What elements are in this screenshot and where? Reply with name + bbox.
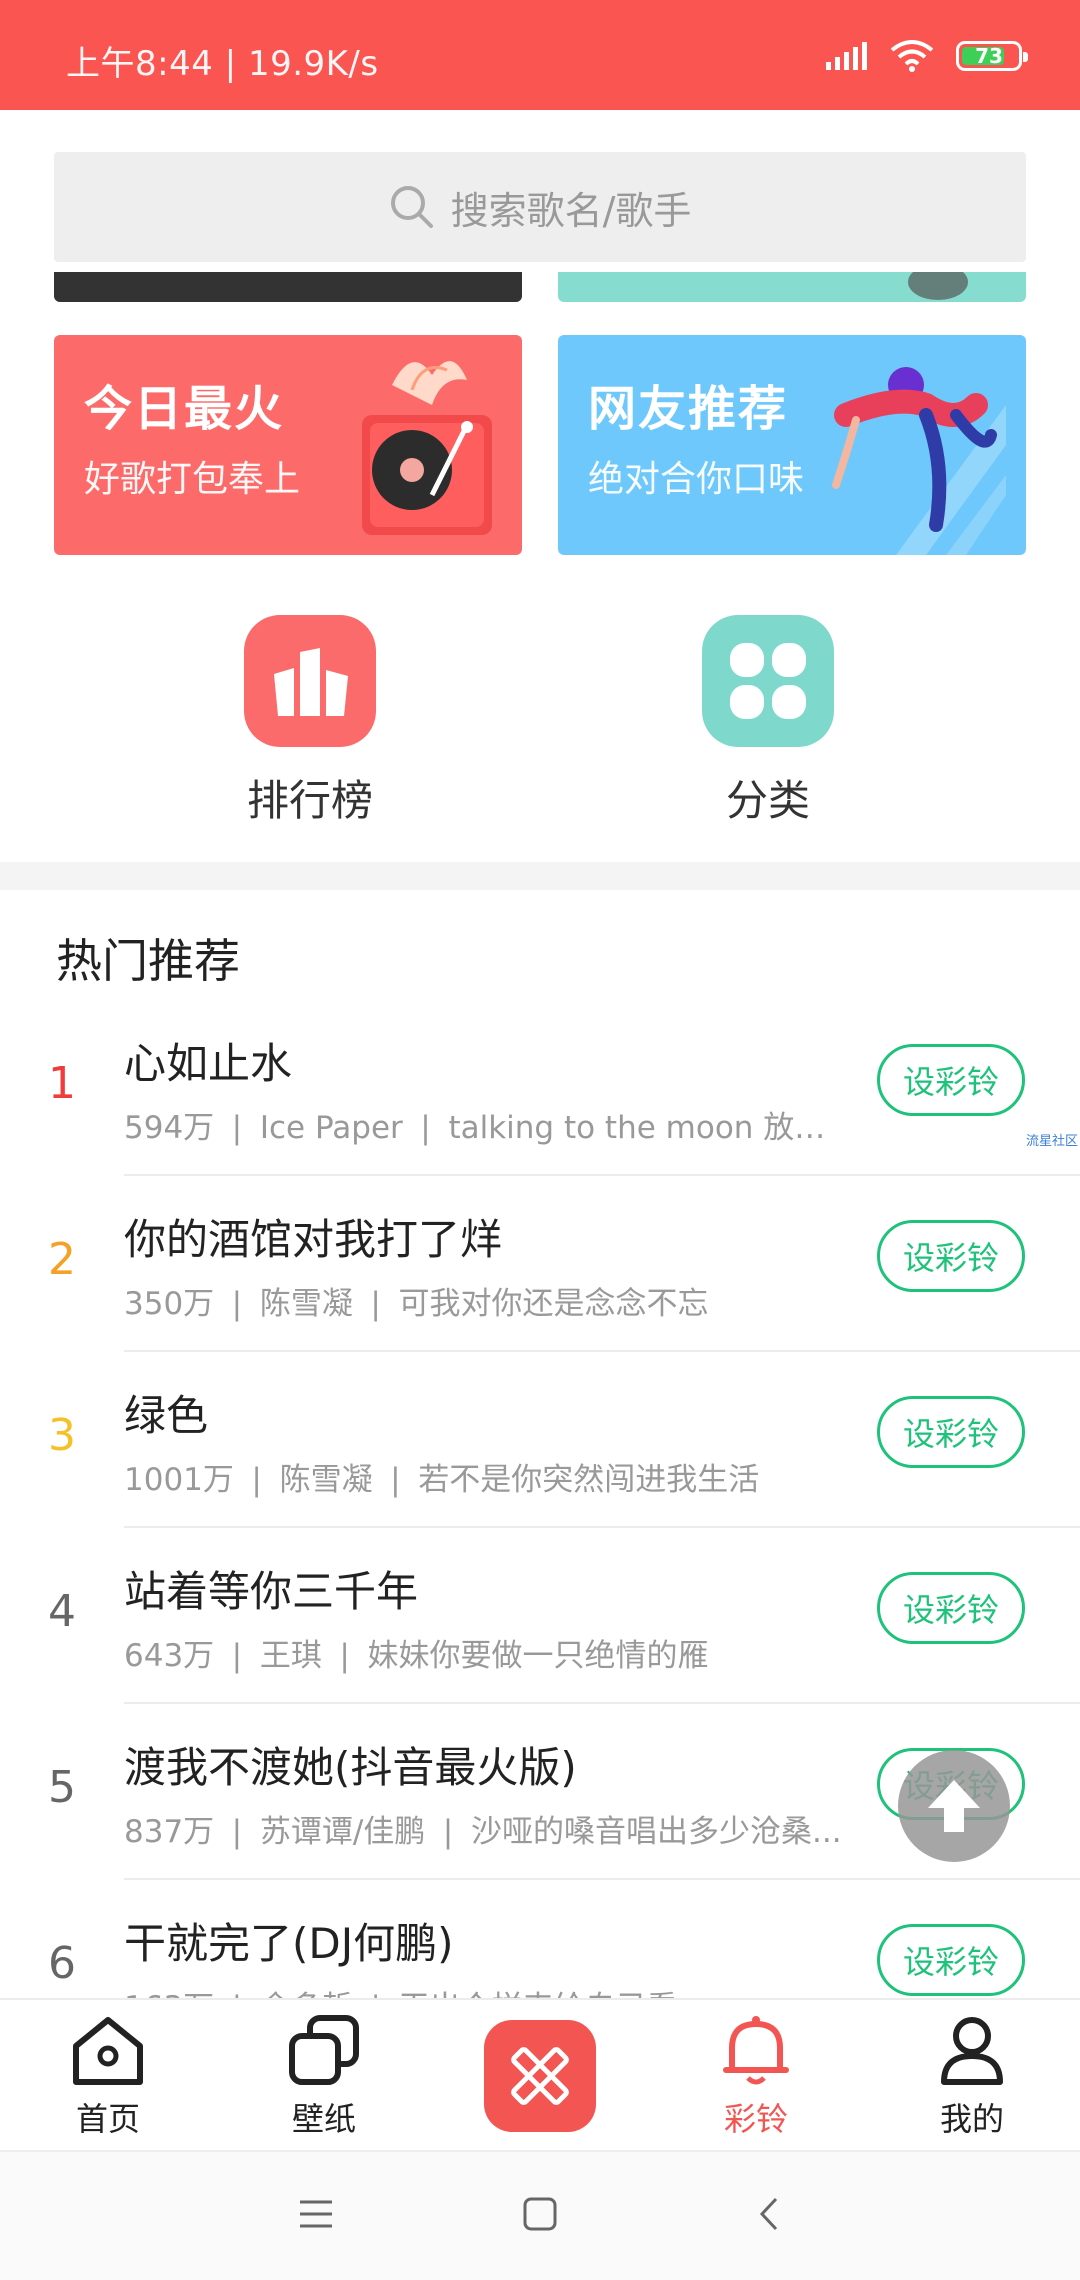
status-time: 上午8:44 | 19.9K/s	[66, 44, 379, 84]
song-rank: 6	[48, 1938, 76, 1989]
song-meta: 350万 ❘ 陈雪凝 ❘ 可我对你还是念念不忘	[124, 1286, 709, 1322]
banner-today-hot[interactable]: 今日最火 好歌打包奉上	[54, 335, 522, 555]
scroll-to-top-button[interactable]	[898, 1750, 1010, 1862]
wallpaper-icon	[289, 2015, 359, 2085]
bottom-tab-bar: 首页 壁纸 彩铃 我的	[0, 1998, 1080, 2150]
song-rank: 4	[48, 1586, 76, 1637]
profile-icon	[941, 2017, 1003, 2085]
shortcut-label: 排行榜	[246, 776, 373, 825]
set-ringtone-button[interactable]: 设彩铃	[877, 1396, 1025, 1468]
song-row[interactable]: 6 干就完了(DJ何鹏) 163万 ❘ 余多哲 ❘ 干出个样来给自己看 设彩铃	[0, 1880, 1080, 1998]
song-title: 绿色	[124, 1391, 209, 1440]
status-bar: 上午8:44 | 19.9K/s 73	[0, 0, 1080, 110]
banner-title: 今日最火	[84, 381, 285, 437]
tab-label: 壁纸	[291, 2100, 356, 2138]
battery-icon: 73	[956, 41, 1028, 71]
song-meta: 594万 ❘ Ice Paper ❘ talking to the moon 放…	[124, 1110, 844, 1146]
system-nav-bar	[0, 2150, 1080, 2280]
pencil-ruler-icon	[511, 2047, 569, 2105]
shortcut-ranking[interactable]: 排行榜	[210, 615, 410, 828]
tab-wallpaper[interactable]: 壁纸	[254, 2014, 394, 2140]
carousel-banner-right[interactable]	[558, 272, 1026, 302]
status-icons: 73	[826, 40, 1028, 72]
banner-recommend[interactable]: 网友推荐 绝对合你口味	[558, 335, 1026, 555]
song-title: 你的酒馆对我打了烊	[124, 1215, 503, 1264]
category-icon	[702, 615, 834, 747]
decoration-icon	[908, 272, 968, 300]
tab-create[interactable]	[484, 2020, 596, 2132]
tab-profile[interactable]: 我的	[902, 2014, 1042, 2140]
tab-label: 首页	[75, 2100, 140, 2138]
section-title: 热门推荐	[56, 934, 240, 988]
battery-level: 73	[975, 44, 1003, 68]
song-rank: 2	[48, 1234, 76, 1285]
search-icon	[390, 186, 433, 228]
watermark: 流星社区	[1025, 1134, 1078, 1149]
shortcut-category[interactable]: 分类	[668, 615, 868, 828]
banner-title: 网友推荐	[588, 381, 789, 437]
tab-label: 我的	[939, 2100, 1004, 2138]
search-input[interactable]: 搜索歌名/歌手	[54, 152, 1026, 262]
tab-ringtone[interactable]: 彩铃	[686, 2014, 826, 2140]
banner-subtitle: 好歌打包奉上	[84, 459, 301, 500]
ranking-icon	[244, 615, 376, 747]
wifi-icon	[890, 40, 934, 72]
shortcut-label: 分类	[725, 776, 810, 825]
home-icon	[73, 2017, 143, 2085]
bell-icon	[723, 2016, 789, 2085]
song-title: 站着等你三千年	[124, 1567, 419, 1616]
set-ringtone-button[interactable]: 设彩铃	[877, 1924, 1025, 1996]
back-icon[interactable]	[752, 2196, 788, 2232]
section-divider	[0, 862, 1080, 890]
song-title: 干就完了(DJ何鹏)	[124, 1919, 454, 1968]
home-button-icon[interactable]	[522, 2196, 558, 2232]
dancer-illustration	[832, 367, 1006, 555]
song-rank: 3	[48, 1410, 76, 1461]
song-meta: 837万 ❘ 苏谭谭/佳鹏 ❘ 沙哑的嗓音唱出多少沧桑...	[124, 1814, 842, 1850]
song-row[interactable]: 2 你的酒馆对我打了烊 350万 ❘ 陈雪凝 ❘ 可我对你还是念念不忘 设彩铃	[0, 1176, 1080, 1352]
tab-home[interactable]: 首页	[38, 2014, 178, 2140]
song-row[interactable]: 4 站着等你三千年 643万 ❘ 王琪 ❘ 妹妹你要做一只绝情的雁 设彩铃	[0, 1528, 1080, 1704]
song-title: 心如止水	[124, 1039, 293, 1088]
search-placeholder: 搜索歌名/歌手	[450, 188, 692, 233]
song-row[interactable]: 3 绿色 1001万 ❘ 陈雪凝 ❘ 若不是你突然闯进我生活 设彩铃	[0, 1352, 1080, 1528]
signal-icon	[826, 42, 867, 70]
set-ringtone-button[interactable]: 设彩铃	[877, 1220, 1025, 1292]
carousel-banner-left[interactable]	[54, 272, 522, 302]
record-player-icon	[362, 361, 492, 535]
menu-icon[interactable]	[298, 2196, 334, 2232]
song-meta: 643万 ❘ 王琪 ❘ 妹妹你要做一只绝情的雁	[124, 1638, 709, 1674]
song-rank: 1	[48, 1058, 76, 1109]
set-ringtone-button[interactable]: 设彩铃	[877, 1572, 1025, 1644]
arrow-up-icon	[928, 1780, 980, 1832]
set-ringtone-button[interactable]: 设彩铃	[877, 1044, 1025, 1116]
tab-label: 彩铃	[723, 2100, 788, 2138]
song-title: 渡我不渡她(抖音最火版)	[124, 1743, 577, 1792]
song-row[interactable]: 1 心如止水 594万 ❘ Ice Paper ❘ talking to the…	[0, 1000, 1080, 1176]
banner-subtitle: 绝对合你口味	[588, 459, 805, 500]
song-meta: 163万 ❘ 余多哲 ❘ 干出个样来给自己看	[124, 1982, 844, 1998]
song-rank: 5	[48, 1762, 76, 1813]
song-meta: 1001万 ❘ 陈雪凝 ❘ 若不是你突然闯进我生活	[124, 1462, 760, 1498]
